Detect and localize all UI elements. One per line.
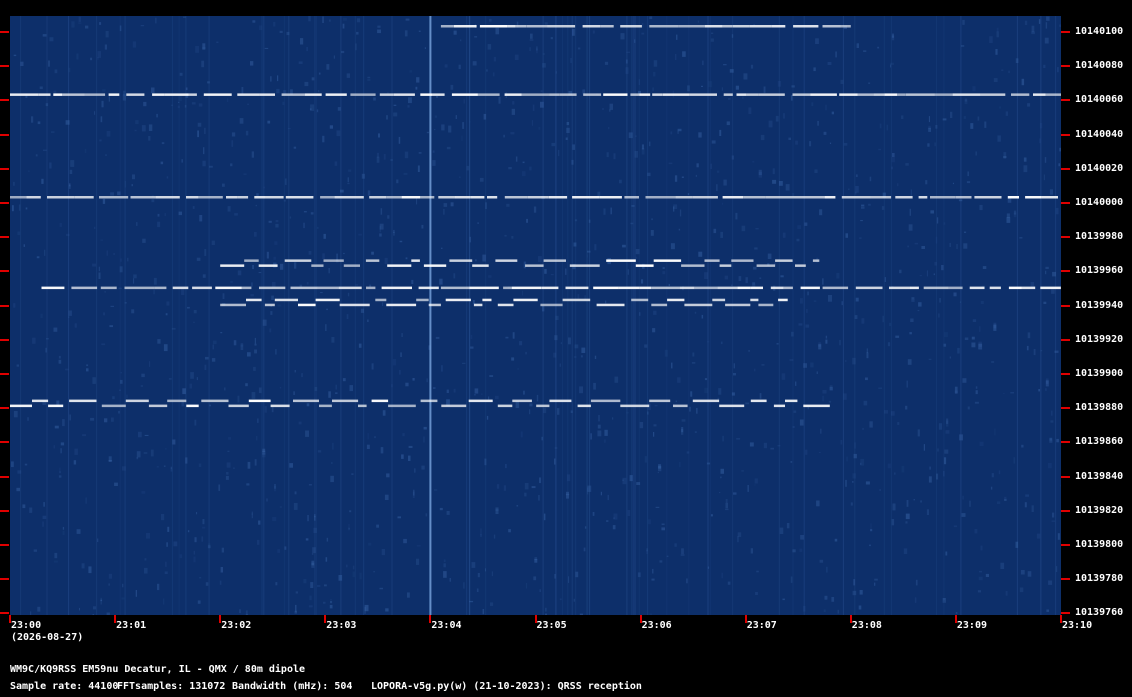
waterfall-plot [10,16,1061,615]
sample-rate: Sample rate: 44100 [10,681,119,692]
y-tick-left [0,202,9,204]
y-tick-label: 10139840 [1075,470,1124,482]
y-tick-label: 10139980 [1075,231,1124,243]
y-tick-right [1061,65,1070,68]
waterfall-spectrogram [10,16,1061,615]
y-tick-right [1061,99,1070,102]
y-tick-right [1061,373,1070,375]
signal-trace-1 [10,196,1058,199]
noise-texture [11,16,1061,615]
y-tick-left [0,304,9,307]
y-tick-left [0,65,9,68]
y-tick-left [0,544,9,546]
y-tick-left [0,236,9,239]
x-tick-label: 23:02 [221,620,252,631]
x-tick-label: 23:09 [956,620,987,631]
y-tick-label: 10139900 [1075,368,1124,379]
y-tick-label: 10139920 [1075,333,1124,345]
x-tick-label: 23:06 [641,620,672,631]
signal-trace-6 [440,25,851,28]
y-tick-label: 10139820 [1075,504,1124,516]
y-tick-left [0,99,9,102]
date-label: (2026-08-27) [11,632,84,643]
y-tick-left [0,133,9,136]
y-tick-label: 10139800 [1075,539,1124,550]
y-tick-left [0,441,9,444]
y-tick-label: 10140020 [1075,162,1124,174]
x-tick-label: 23:10 [1062,620,1093,631]
x-tick-label: 23:08 [851,620,882,631]
y-tick-right [1061,578,1070,581]
signal-trace-3 [41,286,1061,290]
y-tick-right [1061,202,1070,204]
x-tick-label: 23:05 [536,620,567,631]
y-tick-label: 10140080 [1075,60,1124,72]
y-tick-label: 10139860 [1075,436,1124,448]
station-info: WM9C/KQ9RSS EM59nu Decatur, IL - QMX / 8… [10,664,306,675]
fft-samples: FFTsamples: 131072 [117,681,226,692]
x-tick-label: 23:00 [11,620,42,631]
y-tick-left [0,270,9,273]
y-tick-left [0,578,9,581]
x-tick-label: 23:07 [746,620,777,631]
y-tick-left [0,509,9,512]
software-version: LOPORA-v5g.py(w) (21-10-2023): QRSS rece… [371,681,642,692]
y-tick-right [1061,167,1070,170]
y-tick-left [0,167,9,170]
y-tick-right [1061,236,1070,239]
y-tick-left [0,373,9,375]
y-tick-right [1061,441,1070,444]
y-tick-left [0,612,9,615]
y-tick-right [1061,304,1070,307]
y-tick-label: 10140040 [1075,128,1124,140]
x-tick-label: 23:03 [326,620,357,631]
y-tick-label: 10139780 [1075,573,1124,585]
y-tick-label: 10140100 [1075,26,1124,37]
bandwidth: Bandwidth (mHz): 504 [232,681,353,692]
y-tick-right [1061,133,1070,136]
y-tick-right [1061,509,1070,512]
signal-trace-2 [220,259,820,267]
y-tick-label: 10139760 [1075,607,1124,619]
y-tick-right [1061,612,1070,615]
signal-trace-0 [10,93,1061,96]
y-tick-label: 10139960 [1075,265,1124,277]
y-tick-label: 10140000 [1075,197,1124,208]
y-tick-right [1061,338,1070,341]
vertical-interference-line [429,16,432,615]
signal-trace-5 [10,399,830,408]
signal-trace-4 [220,298,788,307]
y-tick-label: 10140060 [1075,94,1124,106]
y-tick-right [1061,270,1070,273]
y-tick-left [0,31,9,33]
y-tick-right [1061,31,1070,33]
y-tick-left [0,475,9,478]
y-tick-right [1061,407,1070,410]
x-tick-label: 23:04 [431,620,462,631]
y-tick-label: 10139940 [1075,299,1124,311]
y-tick-left [0,407,9,410]
y-tick-label: 10139880 [1075,402,1124,414]
y-tick-right [1061,475,1070,478]
y-tick-right [1061,544,1070,546]
x-tick-label: 23:01 [116,620,147,631]
y-tick-left [0,338,9,341]
